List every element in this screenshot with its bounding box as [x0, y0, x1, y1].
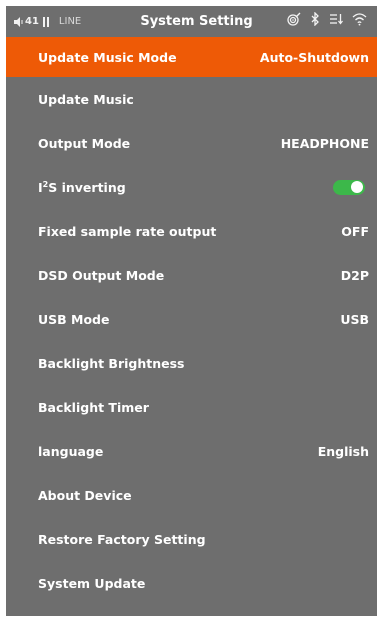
menu-item-label: Backlight Timer [38, 399, 149, 415]
menu-item-value: D2P [340, 267, 369, 283]
list-download-icon [330, 14, 343, 25]
menu-item-label: Fixed sample rate output [38, 223, 217, 239]
menu-item-value: HEADPHONE [280, 135, 369, 151]
menu-item-label: Output Mode [38, 135, 131, 151]
menu-item-label: I2S inverting [38, 180, 126, 195]
status-right [287, 12, 367, 26]
menu-item-label: Update Music Mode [38, 49, 177, 65]
menu-item-i2s-inverting[interactable]: I2S inverting [6, 165, 377, 209]
menu-item-update-music[interactable]: Update Music [6, 77, 377, 121]
menu-item-usb-mode[interactable]: USB Mode USB [6, 297, 377, 341]
target-icon [287, 12, 301, 26]
volume-level: 41 [25, 16, 39, 27]
speaker-icon: 41 [14, 16, 39, 27]
menu-item-label: DSD Output Mode [38, 267, 165, 283]
i2s-toggle[interactable] [333, 179, 365, 195]
menu-item-about-device[interactable]: About Device [6, 473, 377, 517]
menu-item-restore-factory[interactable]: Restore Factory Setting [6, 517, 377, 561]
menu-item-label: System Update [38, 575, 146, 591]
menu-item-update-music-mode[interactable]: Update Music Mode Auto-Shutdown [6, 37, 377, 77]
menu-item-value: OFF [341, 223, 369, 239]
bluetooth-icon [311, 12, 319, 26]
menu-item-backlight-timer[interactable]: Backlight Timer [6, 385, 377, 429]
menu-item-value: USB [340, 311, 369, 327]
wifi-icon [352, 13, 367, 26]
menu-item-label: Backlight Brightness [38, 355, 185, 371]
line-label: LINE [58, 16, 82, 27]
menu-item-fixed-sample-rate[interactable]: Fixed sample rate output OFF [6, 209, 377, 253]
bars-icon [42, 16, 49, 27]
menu-item-label: USB Mode [38, 311, 110, 327]
menu-item-output-mode[interactable]: Output Mode HEADPHONE [6, 121, 377, 165]
status-left: 41 LINE [14, 16, 81, 27]
menu-item-label: About Device [38, 487, 132, 503]
toggle-knob [351, 181, 363, 193]
menu-item-dsd-output-mode[interactable]: DSD Output Mode D2P [6, 253, 377, 297]
status-bar: 41 LINE System Setting [6, 6, 377, 37]
menu-item-label: Update Music [38, 91, 134, 107]
menu-item-label: language [38, 443, 104, 459]
menu-item-value: Auto-Shutdown [259, 49, 369, 65]
label-part: S inverting [48, 179, 126, 195]
settings-menu: Update Music Mode Auto-Shutdown Update M… [6, 37, 377, 605]
menu-item-label: Restore Factory Setting [38, 531, 206, 547]
menu-item-language[interactable]: language English [6, 429, 377, 473]
menu-item-backlight-brightness[interactable]: Backlight Brightness [6, 341, 377, 385]
menu-item-system-update[interactable]: System Update [6, 561, 377, 605]
device-screen: 41 LINE System Setting Update Music Mode… [6, 6, 377, 616]
menu-item-value: English [317, 443, 369, 459]
